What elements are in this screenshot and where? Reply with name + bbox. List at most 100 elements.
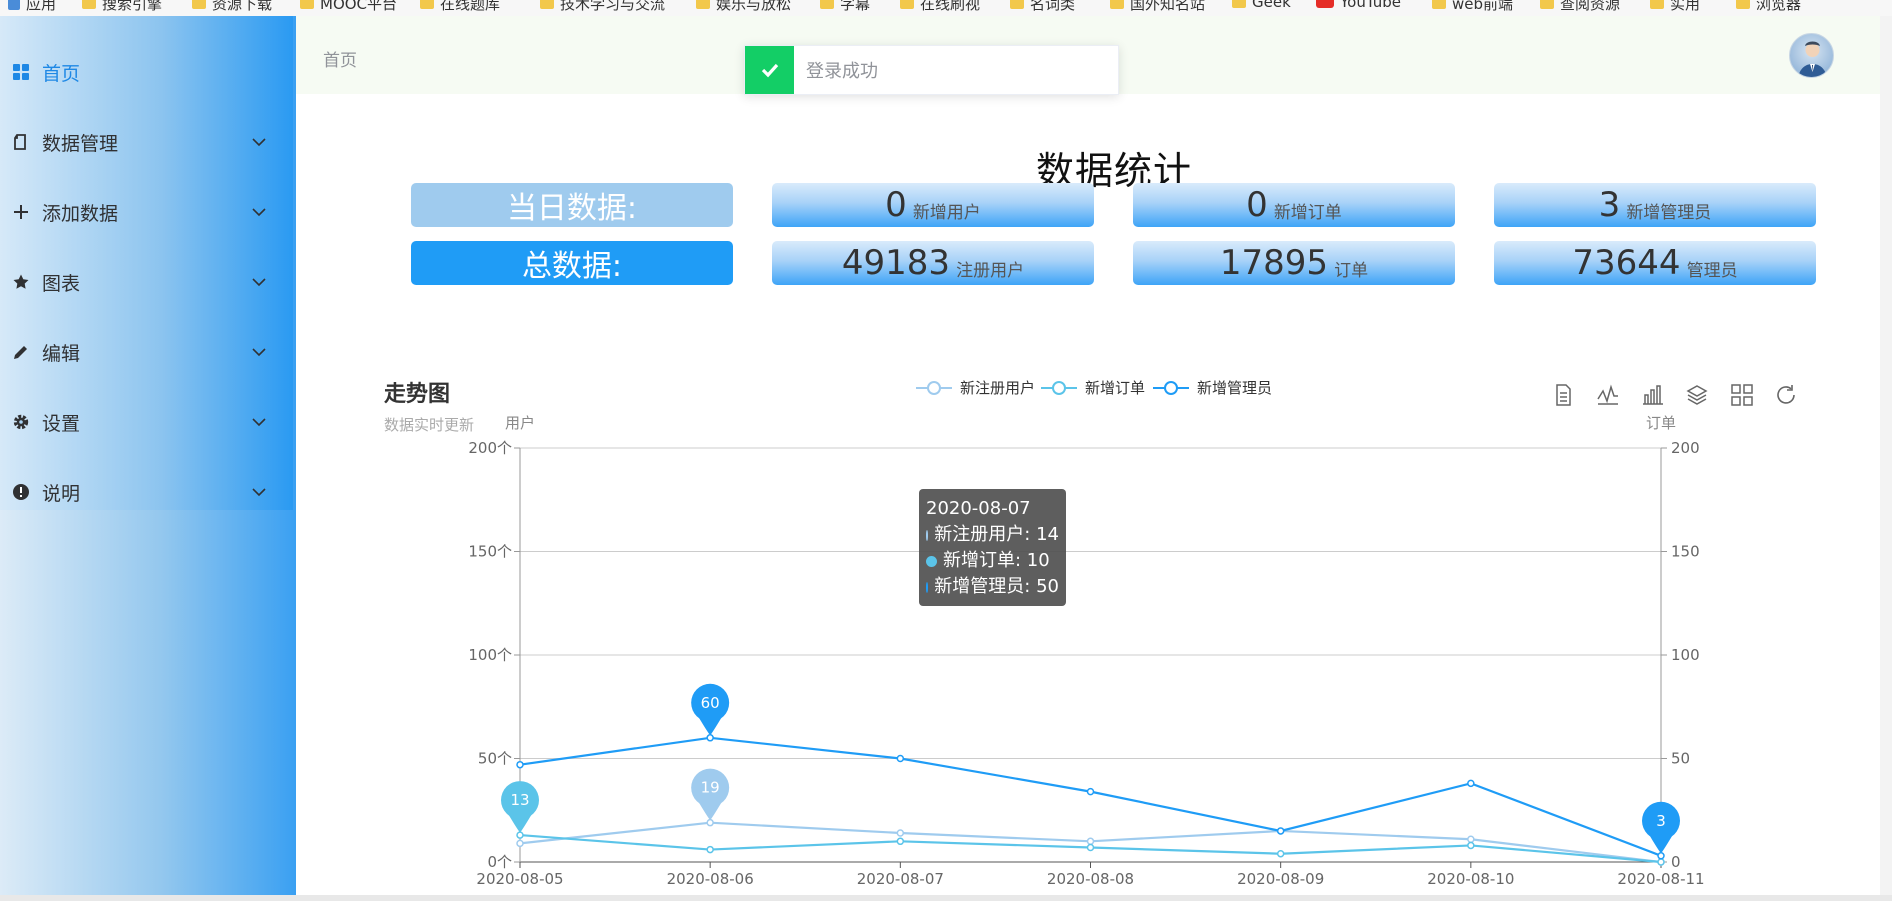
data-view-icon[interactable] — [1550, 382, 1576, 408]
bookmark-item[interactable]: 技术学习与交流 — [540, 0, 665, 14]
sidebar-item-settings[interactable]: 设置 — [0, 387, 293, 457]
today-new-admins-box: 3 新增管理员 — [1494, 183, 1816, 227]
today-new-orders-box: 0 新增订单 — [1133, 183, 1455, 227]
pencil-icon — [12, 343, 30, 361]
legend-item-new-orders[interactable]: 新增订单 — [1041, 377, 1145, 398]
legend-label: 新注册用户 — [960, 379, 1036, 397]
apps-icon — [8, 0, 20, 10]
chevron-down-icon — [250, 483, 268, 501]
folder-icon — [1736, 0, 1750, 9]
folder-icon — [82, 0, 96, 9]
sidebar-item-data-management[interactable]: 数据管理 — [0, 107, 293, 177]
bookmark-item[interactable]: 应用 — [8, 0, 56, 14]
today-new-users-box: 0 新增用户 — [772, 183, 1094, 227]
total-users-box: 49183 注册用户 — [772, 241, 1094, 285]
success-toast: 登录成功 — [744, 45, 1119, 95]
bookmark-item[interactable]: 国外知名站 — [1110, 0, 1205, 14]
total-orders-value: 17895 — [1219, 243, 1329, 283]
bookmark-item[interactable]: 名词类 — [1010, 0, 1075, 14]
folder-icon — [192, 0, 206, 9]
toast-message: 登录成功 — [806, 61, 878, 82]
today-new-admins-unit: 新增管理员 — [1626, 202, 1712, 223]
bookmark-label: MOOC平台 — [320, 0, 398, 13]
sidebar-menu: 首页 数据管理 添加数据 图表 编辑 设置 说明 — [0, 16, 293, 510]
tiled-icon[interactable] — [1729, 382, 1755, 408]
sidebar-item-help[interactable]: 说明 — [0, 457, 293, 527]
bookmark-item[interactable]: 在线刷视 — [900, 0, 980, 14]
today-new-orders-value: 0 — [1246, 185, 1268, 225]
legend-item-new-admins[interactable]: 新增管理员 — [1153, 377, 1272, 398]
tooltip-dot — [926, 555, 937, 567]
plus-icon — [12, 203, 30, 221]
status-strip — [0, 895, 1892, 901]
sidebar-item-add-data[interactable]: 添加数据 — [0, 177, 293, 247]
sidebar-item-label: 数据管理 — [42, 132, 119, 155]
star-icon — [12, 273, 30, 291]
total-admins-value: 73644 — [1572, 243, 1681, 283]
gear-icon — [12, 413, 30, 431]
tooltip-date: 2020-08-07 — [926, 498, 1031, 519]
bookmark-label: 资源下载 — [212, 0, 273, 13]
tooltip-row: 新增订单: 10 — [926, 548, 1059, 574]
sidebar-item-label: 图表 — [42, 272, 81, 295]
total-users-value: 49183 — [841, 243, 951, 283]
sidebar-item-label: 说明 — [42, 482, 81, 505]
bookmark-item[interactable]: 娱乐与放松 — [696, 0, 791, 14]
bookmark-label: 国外知名站 — [1130, 0, 1206, 13]
bookmark-item[interactable]: YouTube — [1316, 0, 1401, 11]
total-users-unit: 注册用户 — [956, 260, 1025, 281]
tooltip-label: 新增管理员: 50 — [934, 576, 1059, 597]
sidebar-item-charts[interactable]: 图表 — [0, 247, 293, 317]
tooltip-label: 新增订单: 10 — [943, 550, 1050, 571]
bookmark-item[interactable]: 实用 — [1650, 0, 1700, 14]
document-icon — [12, 133, 30, 151]
tooltip-row: 新注册用户: 14 — [926, 522, 1059, 548]
bookmark-item[interactable]: 在线题库 — [420, 0, 500, 14]
sidebar-item-home[interactable]: 首页 — [0, 37, 293, 107]
breadcrumb[interactable]: 首页 — [323, 46, 357, 71]
bookmark-label: 字幕 — [840, 0, 871, 13]
info-icon — [12, 483, 30, 501]
bookmark-bar: 应用 搜索引擎 资源下载 MOOC平台 在线题库 技术学习与交流 娱乐与放松 字幕 在线刷视 名词… — [0, 0, 1892, 16]
bookmark-item[interactable]: 字幕 — [820, 0, 870, 14]
bookmark-item[interactable]: Geek — [1232, 0, 1291, 11]
bookmark-item[interactable]: 资源下载 — [192, 0, 272, 14]
line-chart-icon[interactable] — [1595, 382, 1621, 408]
bookmark-item[interactable]: 搜索引擎 — [82, 0, 162, 14]
total-orders-unit: 订单 — [1334, 260, 1369, 281]
restore-icon[interactable] — [1773, 382, 1799, 408]
chevron-down-icon — [250, 343, 268, 361]
stack-icon[interactable] — [1684, 382, 1710, 408]
grid-icon — [12, 63, 30, 81]
bookmark-label: 实用 — [1670, 0, 1701, 13]
bookmark-item[interactable]: 浏览器 — [1736, 0, 1801, 14]
folder-icon — [1650, 0, 1664, 9]
main-content: 首页 数据统计 当日数据: 0 新增用户 0 新增订单 3 新增管理员 总数据:… — [296, 16, 1880, 901]
check-icon — [745, 46, 794, 94]
today-new-orders-unit: 新增订单 — [1273, 202, 1342, 223]
bookmark-label: 娱乐与放松 — [716, 0, 792, 13]
total-admins-unit: 管理员 — [1686, 260, 1738, 281]
total-label-box: 总数据: — [411, 241, 733, 285]
folder-icon — [696, 0, 710, 9]
sidebar-item-edit[interactable]: 编辑 — [0, 317, 293, 387]
tooltip-row: 新增管理员: 50 — [926, 574, 1059, 600]
bookmark-label: 在线题库 — [440, 0, 501, 13]
today-new-users-unit: 新增用户 — [912, 202, 981, 223]
legend-item-new-users[interactable]: 新注册用户 — [916, 377, 1035, 398]
total-label: 总数据: — [521, 249, 623, 284]
bookmark-label: 应用 — [26, 0, 57, 13]
chevron-down-icon — [250, 273, 268, 291]
bar-chart-icon[interactable] — [1640, 382, 1666, 408]
legend-label: 新增管理员 — [1197, 379, 1273, 397]
folder-icon — [300, 0, 314, 9]
bookmark-item[interactable]: MOOC平台 — [300, 0, 397, 14]
tooltip-dot — [926, 529, 929, 541]
folder-icon — [1010, 0, 1024, 9]
chart-subtitle: 数据实时更新 — [384, 416, 475, 434]
bookmark-item[interactable]: web前端 — [1432, 0, 1513, 14]
avatar[interactable] — [1789, 33, 1834, 78]
tooltip-label: 新注册用户: 14 — [934, 524, 1059, 545]
bookmark-item[interactable]: 查阅资源 — [1540, 0, 1620, 14]
folder-icon — [1232, 0, 1246, 8]
